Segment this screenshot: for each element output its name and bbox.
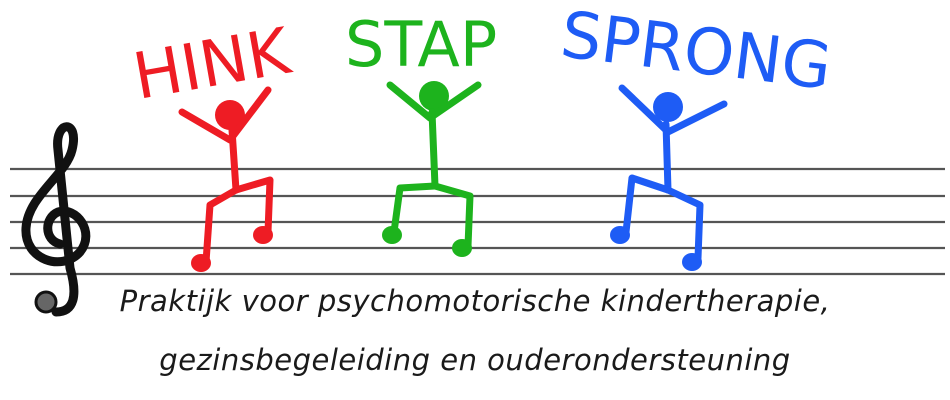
blue-stick-figure [610, 84, 728, 271]
logo-artwork: HINK STAP SPRONG [10, 0, 945, 317]
brand-word-stap: STAP [345, 8, 497, 81]
red-stick-figure [178, 86, 274, 272]
brand-word-sprong: SPRONG [557, 0, 836, 105]
brand-word-hink: HINK [128, 14, 297, 114]
hink-stap-sprong-logo: HINK STAP SPRONG Praktijk voor psychomot… [0, 0, 950, 400]
tagline-line-2: gezinsbegeleiding en ouderondersteuning [159, 343, 791, 377]
music-staff [10, 167, 945, 276]
tagline-line-1: Praktijk voor psychomotorische kinderthe… [119, 284, 831, 318]
